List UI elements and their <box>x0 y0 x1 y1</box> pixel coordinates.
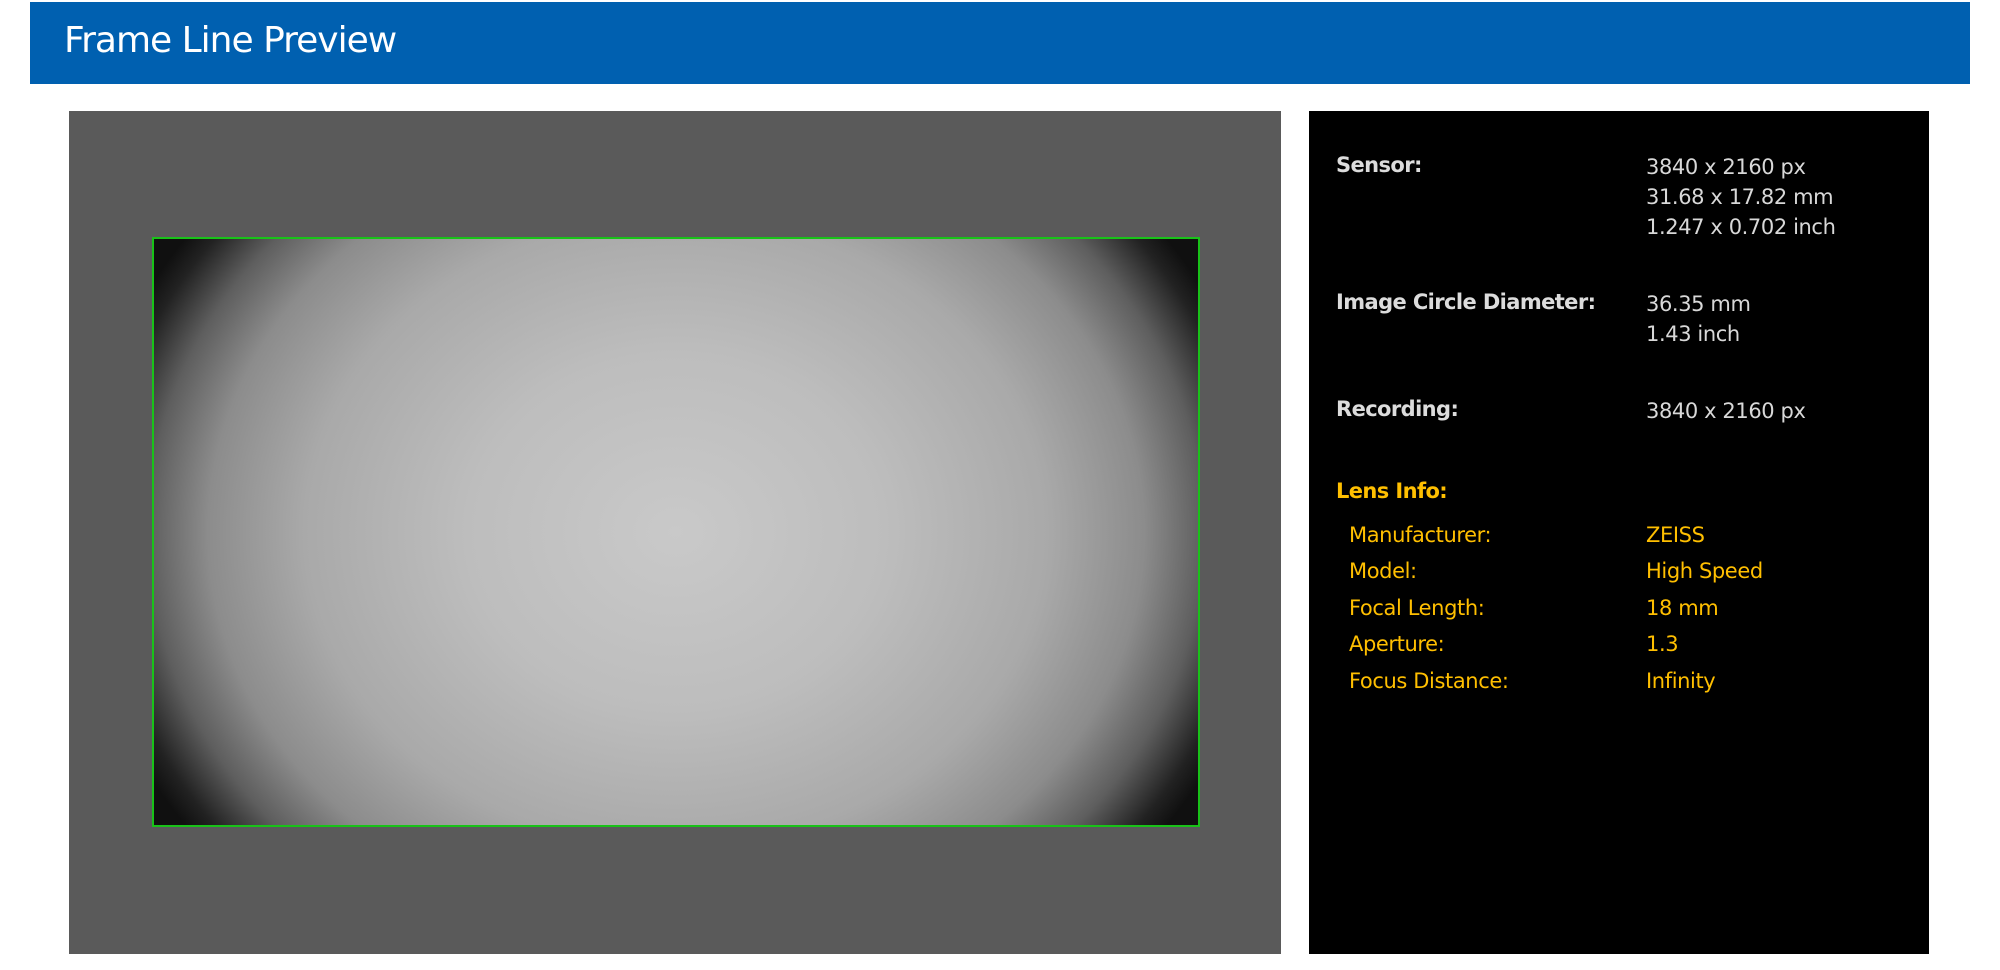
page-title: Frame Line Preview <box>64 20 397 61</box>
frame-preview-viewer <box>69 111 1281 954</box>
image-circle-inch: 1.43 inch <box>1646 322 1740 346</box>
recording-label: Recording: <box>1336 397 1459 421</box>
sensor-size-mm: 31.68 x 17.82 mm <box>1646 185 1834 209</box>
image-circle-values: 36.35 mm 1.43 inch <box>1646 289 1751 349</box>
lens-row-model: Model: High Speed <box>1309 559 1929 595</box>
lens-focal-length-value: 18 mm <box>1646 596 1719 620</box>
lens-focal-length-label: Focal Length: <box>1349 596 1485 620</box>
sensor-resolution-px: 3840 x 2160 px <box>1646 155 1806 179</box>
frame-line <box>152 237 1200 827</box>
lens-row-focal-length: Focal Length: 18 mm <box>1309 596 1929 632</box>
preview-image <box>154 239 1198 825</box>
lens-model-value: High Speed <box>1646 559 1763 583</box>
lens-info-title: Lens Info: <box>1336 479 1448 503</box>
header-bar: Frame Line Preview <box>30 2 1970 84</box>
sensor-label: Sensor: <box>1336 153 1422 177</box>
image-circle-mm: 36.35 mm <box>1646 292 1751 316</box>
lens-row-aperture: Aperture: 1.3 <box>1309 632 1929 668</box>
lens-manufacturer-label: Manufacturer: <box>1349 523 1492 547</box>
info-panel: Sensor: 3840 x 2160 px 31.68 x 17.82 mm … <box>1309 111 1929 954</box>
recording-values: 3840 x 2160 px <box>1646 396 1806 426</box>
sensor-size-inch: 1.247 x 0.702 inch <box>1646 215 1836 239</box>
lens-row-manufacturer: Manufacturer: ZEISS <box>1309 523 1929 559</box>
lens-aperture-label: Aperture: <box>1349 632 1445 656</box>
recording-resolution: 3840 x 2160 px <box>1646 399 1806 423</box>
sensor-values: 3840 x 2160 px 31.68 x 17.82 mm 1.247 x … <box>1646 152 1836 242</box>
lens-focus-distance-label: Focus Distance: <box>1349 669 1509 693</box>
lens-focus-distance-value: Infinity <box>1646 669 1716 693</box>
lens-model-label: Model: <box>1349 559 1417 583</box>
lens-manufacturer-value: ZEISS <box>1646 523 1705 547</box>
lens-row-focus-distance: Focus Distance: Infinity <box>1309 669 1929 705</box>
image-circle-label: Image Circle Diameter: <box>1336 290 1596 314</box>
lens-aperture-value: 1.3 <box>1646 632 1679 656</box>
